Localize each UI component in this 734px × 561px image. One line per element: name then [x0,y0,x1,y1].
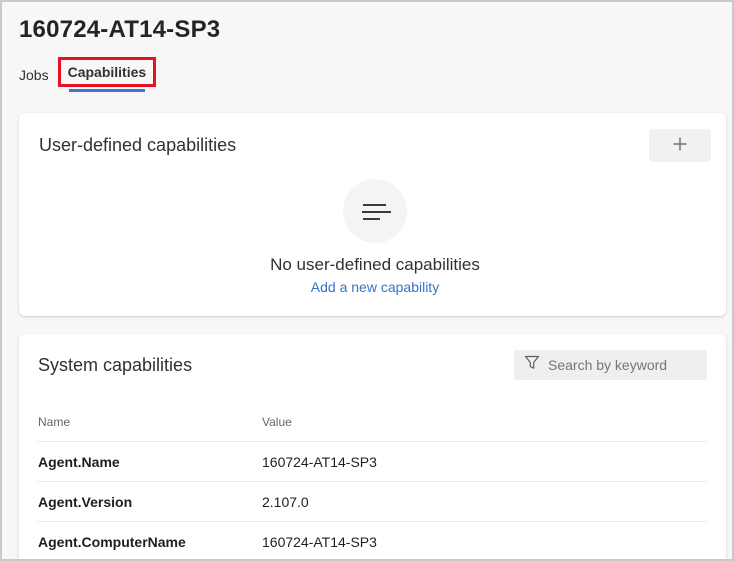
empty-state: No user-defined capabilities Add a new c… [39,162,711,295]
tab-bar: Jobs Capabilities [19,57,732,98]
annotation-highlight-box: Capabilities [57,57,157,87]
tab-capabilities-wrap: Capabilities [57,57,157,92]
empty-state-message: No user-defined capabilities [270,255,480,274]
capability-name: Agent.Version [38,493,133,510]
search-input[interactable] [548,357,699,373]
list-lines-icon [343,179,407,243]
tab-capabilities[interactable]: Capabilities [68,64,147,80]
table-header-row: Name Value [38,402,707,442]
selected-tab-underline [68,89,145,92]
capability-name: Agent.ComputerName [38,533,186,550]
capability-value: 160724-AT14-SP3 [262,533,377,550]
plus-icon [670,134,690,157]
table-row: Agent.Name 160724-AT14-SP3 [38,442,707,482]
add-new-capability-link[interactable]: Add a new capability [311,279,439,295]
column-header-name: Name [38,414,71,429]
table-row: Agent.ComputerName 160724-AT14-SP3 [38,522,707,559]
system-capabilities-card-title: System capabilities [38,354,193,375]
table-row: Agent.Version 2.107.0 [38,482,707,522]
system-capabilities-card: System capabilities Name Value Agent.Nam… [19,334,726,559]
add-capability-button[interactable] [649,129,711,162]
tab-jobs[interactable]: Jobs [19,67,49,83]
user-defined-capabilities-card: User-defined capabilities No user-define… [19,113,726,316]
filter-funnel-icon [524,355,548,375]
column-header-value: Value [262,414,292,429]
capability-value: 160724-AT14-SP3 [262,453,377,470]
user-capabilities-card-title: User-defined capabilities [39,135,237,155]
page-title: 160724-AT14-SP3 [19,16,221,43]
capability-name: Agent.Name [38,453,120,470]
system-capabilities-table: Name Value Agent.Name 160724-AT14-SP3 Ag… [38,402,707,559]
capability-value: 2.107.0 [262,493,309,510]
agent-details-page: 160724-AT14-SP3 Jobs Capabilities User-d… [0,0,734,561]
capability-search-box[interactable] [514,350,707,380]
